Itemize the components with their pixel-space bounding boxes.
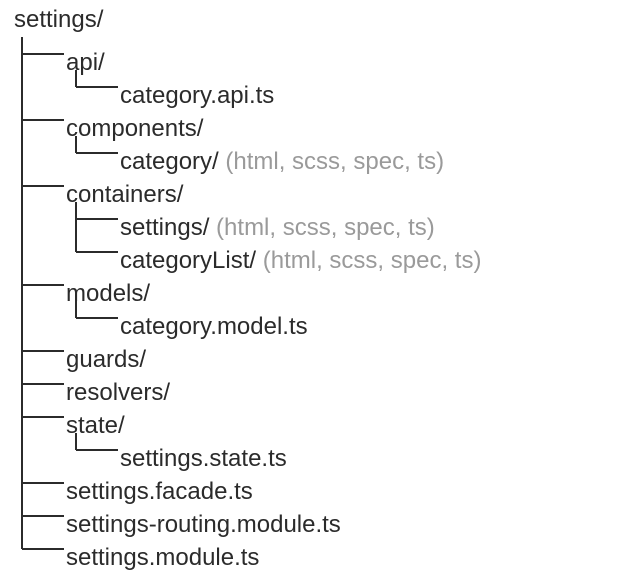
file-label: category.model.ts — [120, 311, 308, 343]
tree-root: settings/ — [12, 4, 640, 37]
dir-label: guards/ — [66, 344, 146, 376]
file-label: category.api.ts — [120, 80, 274, 112]
tree-row: category/ (html, scss, spec, ts) — [12, 136, 640, 169]
file-tree: settings/ api/ category.api.ts component… — [0, 0, 640, 565]
tree-row: settings.state.ts — [12, 433, 640, 466]
dir-label: settings/ — [14, 4, 103, 36]
file-label: settings.facade.ts — [66, 476, 253, 508]
dir-annotation: (html, scss, spec, ts) — [256, 245, 481, 277]
dir-label: categoryList/ — [120, 245, 256, 277]
dir-annotation: (html, scss, spec, ts) — [219, 146, 444, 178]
dir-label: category/ — [120, 146, 219, 178]
tree-row: category.api.ts — [12, 70, 640, 103]
tree-row: category.model.ts — [12, 301, 640, 334]
dir-label: resolvers/ — [66, 377, 170, 409]
dir-label: settings/ — [120, 212, 209, 244]
file-label: settings-routing.module.ts — [66, 509, 341, 541]
file-label: settings.state.ts — [120, 443, 287, 475]
tree-row: settings/ (html, scss, spec, ts) — [12, 202, 640, 235]
file-label: settings.module.ts — [66, 542, 259, 574]
tree-row: guards/ — [12, 334, 640, 367]
tree-row: settings.facade.ts — [12, 466, 640, 499]
tree-row: components/ — [12, 103, 640, 136]
tree-row: api/ — [12, 37, 640, 70]
dir-annotation: (html, scss, spec, ts) — [209, 212, 434, 244]
